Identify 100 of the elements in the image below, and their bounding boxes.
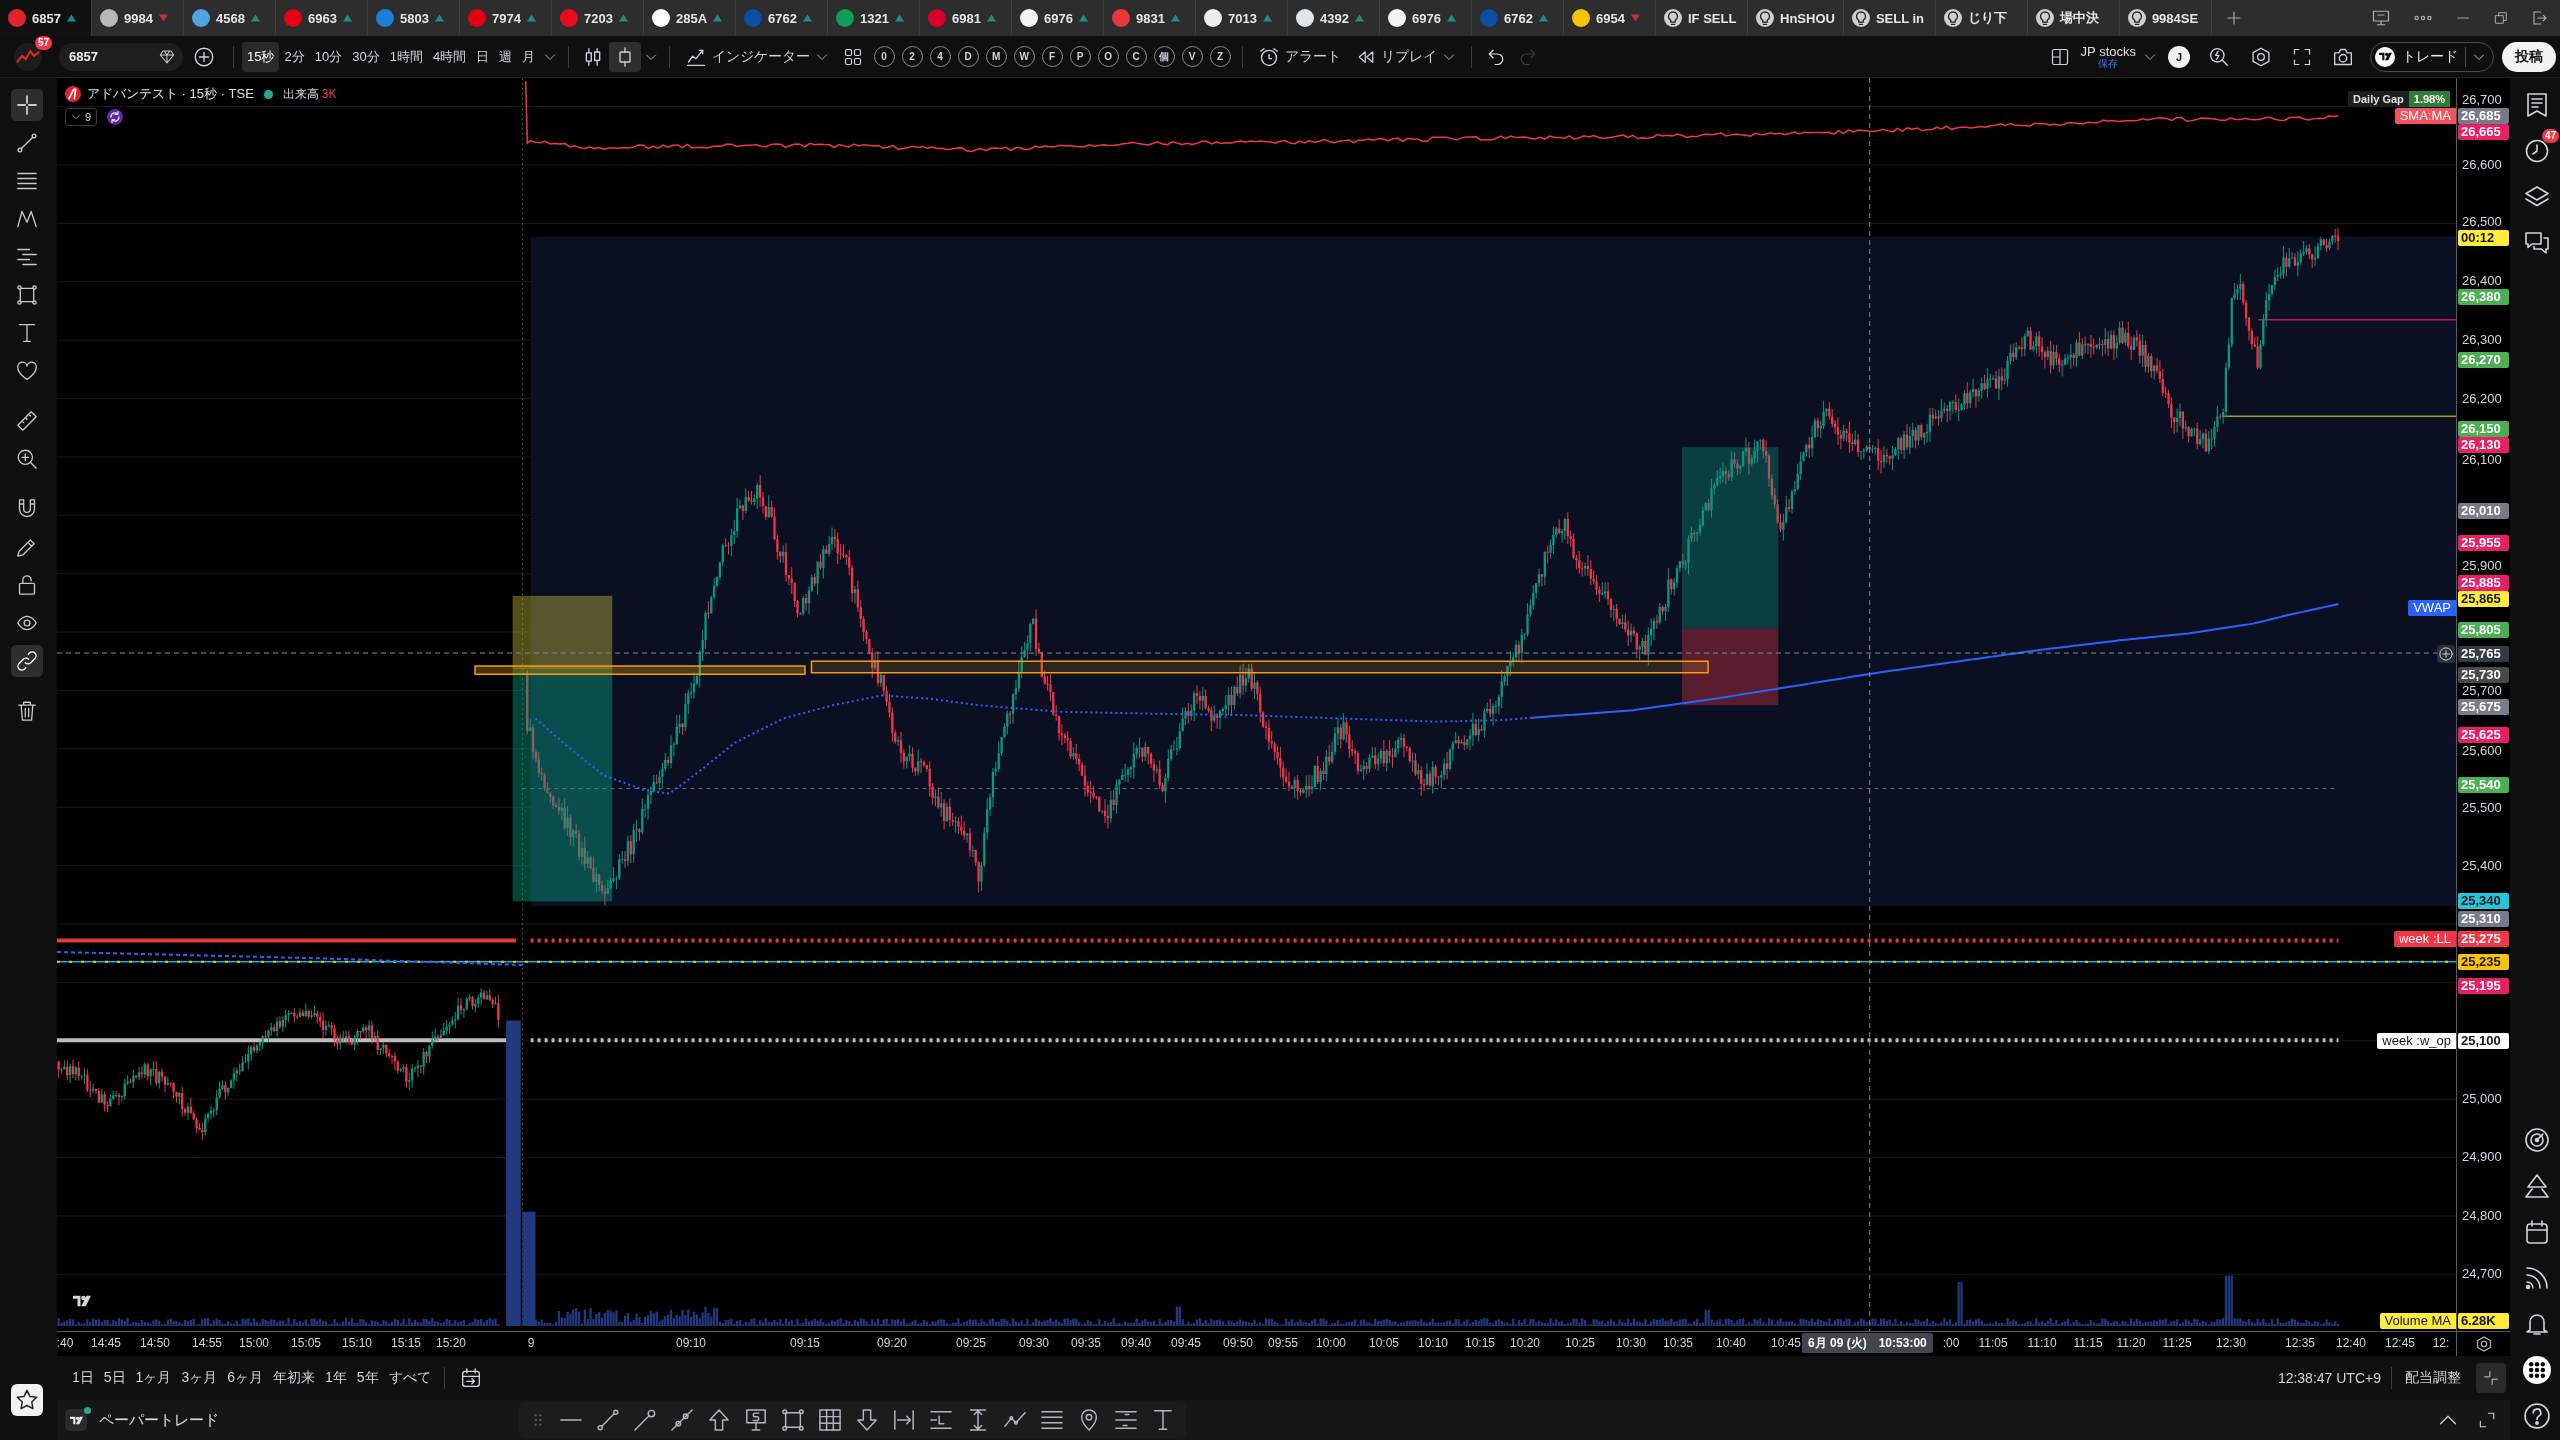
quick-search-icon[interactable]	[2209, 46, 2229, 67]
link-icon	[17, 651, 37, 671]
up-arrow-icon[interactable]	[708, 1409, 730, 1431]
price-tick: 25,500	[2462, 801, 2502, 815]
camera-icon[interactable]	[2333, 46, 2353, 67]
lightbulb-icon	[1943, 9, 1962, 27]
ray-icon[interactable]	[634, 1409, 656, 1431]
alarm-clock-icon	[1259, 46, 1280, 67]
time-tick: 09:50	[1223, 1337, 1253, 1350]
chart-style-button[interactable]	[609, 41, 642, 72]
favorites-button[interactable]	[11, 1384, 43, 1416]
triangle-icon[interactable]	[2525, 1174, 2549, 1198]
time-tick: 15:10	[342, 1337, 372, 1350]
time-tick: 15:15	[391, 1337, 421, 1350]
price-label: 26,380	[2458, 289, 2509, 305]
time-tick: 09:30	[1019, 1337, 1049, 1350]
range-button[interactable]: 1ヶ月	[130, 1364, 177, 1392]
settings-icon[interactable]	[2476, 1336, 2492, 1352]
time-tick: 12:30	[2216, 1337, 2246, 1350]
trash-icon	[17, 701, 37, 721]
interval-button[interactable]: 10分	[309, 41, 348, 72]
layout-icon[interactable]	[2050, 47, 2069, 66]
text-tool-icon[interactable]	[1152, 1409, 1174, 1431]
time-tick: 11:15	[2073, 1337, 2103, 1350]
indicators-button[interactable]: インジケーター	[678, 41, 837, 72]
settings-icon[interactable]	[2251, 46, 2271, 67]
symbol-search-field[interactable]: 6857	[59, 42, 183, 71]
stacked-lines-icon[interactable]	[1115, 1409, 1137, 1431]
interval-button[interactable]: 2分	[279, 41, 310, 72]
range-button[interactable]: すべて	[383, 1364, 436, 1392]
range-button[interactable]: 年初来	[268, 1364, 320, 1392]
pin-icon[interactable]	[1078, 1409, 1100, 1431]
symbol-tab[interactable]: 6857	[0, 0, 92, 36]
broadcast-icon[interactable]	[2525, 1266, 2549, 1290]
interval-button[interactable]: 4時間	[427, 41, 472, 72]
radar-icon[interactable]	[2525, 1128, 2549, 1152]
interval-button[interactable]: 1時間	[384, 41, 428, 72]
gem-icon[interactable]	[159, 48, 175, 65]
tradingview-logo-icon	[2375, 46, 2395, 67]
extended-line-icon[interactable]	[671, 1409, 693, 1431]
parallel-lines-icon[interactable]	[1041, 1409, 1063, 1431]
price-tick: 25,900	[2462, 559, 2502, 573]
range-button[interactable]: 1日	[67, 1364, 99, 1392]
price-label: 25,805	[2458, 622, 2509, 638]
price-tick: 24,700	[2462, 1267, 2502, 1281]
watchlist-icon[interactable]	[2525, 93, 2549, 117]
interval-button[interactable]: 週	[494, 41, 518, 72]
price-label: 26,270	[2458, 352, 2509, 368]
help-icon[interactable]	[2524, 1403, 2550, 1429]
clock-icon[interactable]	[2525, 139, 2549, 163]
down-arrow-icon[interactable]	[856, 1409, 878, 1431]
tool-button[interactable]	[11, 89, 43, 121]
price-range-icon[interactable]	[967, 1409, 989, 1431]
tool-button[interactable]	[11, 645, 43, 677]
plus-icon[interactable]	[2225, 10, 2242, 26]
calendar-icon[interactable]	[2525, 1220, 2549, 1244]
interval-button[interactable]: 30分	[347, 41, 385, 72]
lines-icon[interactable]	[930, 1409, 952, 1431]
price-label: 25,625	[2458, 727, 2509, 743]
price-tick: 25,000	[2462, 1092, 2502, 1106]
grid-icon[interactable]	[844, 47, 863, 66]
signpost-icon[interactable]	[745, 1409, 767, 1431]
table-icon[interactable]	[819, 1409, 841, 1431]
monitor-icon[interactable]	[2372, 9, 2390, 27]
trend-line-icon[interactable]	[597, 1409, 619, 1431]
time-tick: 10:35	[1663, 1337, 1693, 1350]
publish-button[interactable]: 投稿	[2502, 41, 2556, 72]
layout-menu-button[interactable]: JP stocks 保存	[2076, 44, 2160, 69]
date-range-icon[interactable]	[893, 1409, 915, 1431]
layers-icon[interactable]	[2525, 185, 2549, 209]
fullscreen-icon[interactable]	[2293, 47, 2311, 66]
range-button[interactable]: 3ヶ月	[176, 1364, 223, 1392]
interval-button[interactable]: 月	[517, 41, 541, 72]
chat-icon[interactable]	[2525, 231, 2549, 255]
user-avatar[interactable]: J	[2168, 45, 2190, 68]
alert-button[interactable]: アラート	[1251, 41, 1350, 72]
range-button[interactable]: 1年	[320, 1364, 352, 1392]
interval-button[interactable]: 15秒	[242, 41, 280, 72]
replay-button[interactable]: リプレイ	[1349, 41, 1464, 72]
range-button[interactable]: 5日	[98, 1364, 131, 1392]
price-tick: 26,400	[2462, 274, 2502, 288]
apps-grid-icon[interactable]	[2523, 1356, 2551, 1384]
collapse-button[interactable]	[2476, 1363, 2506, 1393]
price-label: 6.28K	[2458, 1313, 2509, 1329]
logout-icon[interactable]	[2532, 10, 2548, 26]
bell-icon[interactable]	[2525, 1312, 2549, 1336]
adjustment-button[interactable]: 配当調整	[2400, 1364, 2466, 1392]
calendar-range-icon[interactable]	[460, 1368, 481, 1388]
range-button[interactable]: 6ヶ月	[222, 1364, 268, 1392]
rectangle-icon[interactable]	[782, 1409, 804, 1431]
price-tick: 26,200	[2462, 392, 2502, 406]
plus-circle-icon[interactable]	[194, 46, 214, 67]
maximize-icon[interactable]	[2479, 1412, 2495, 1428]
price-label: 00:12	[2458, 230, 2509, 246]
interval-button[interactable]: 日	[471, 41, 495, 72]
price-tick: 26,100	[2462, 453, 2502, 467]
restore-icon[interactable]	[2494, 11, 2508, 25]
range-button[interactable]: 5年	[351, 1364, 384, 1392]
redo-icon	[1519, 47, 1538, 66]
add-level-button[interactable]	[2437, 645, 2455, 663]
